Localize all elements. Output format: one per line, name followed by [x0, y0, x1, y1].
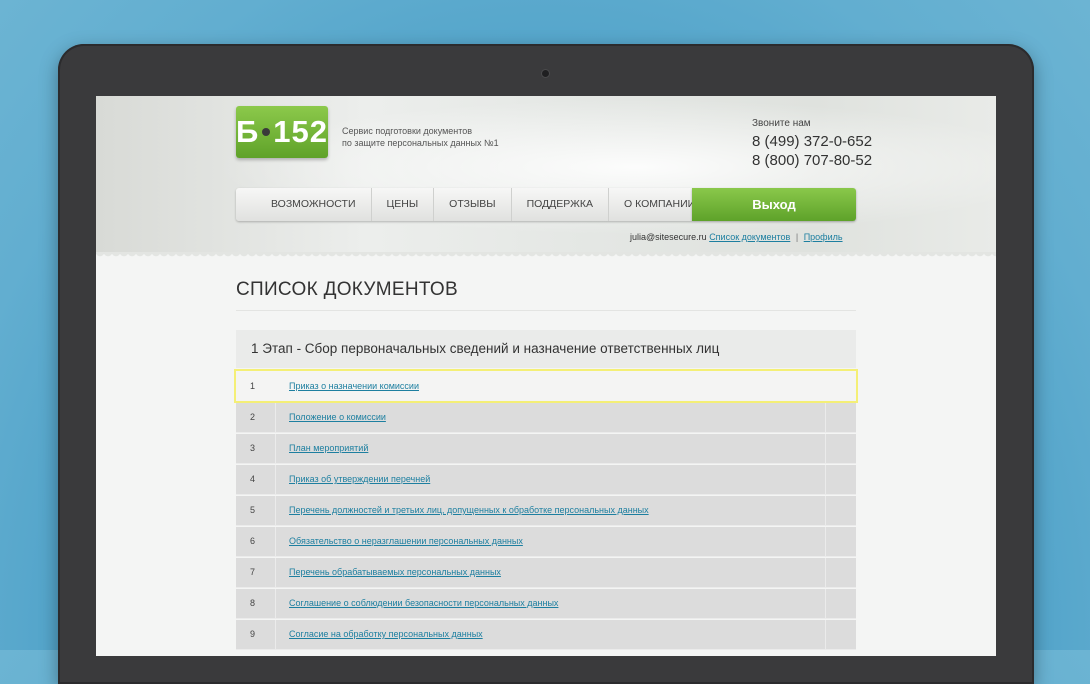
row-number: 7: [236, 558, 276, 587]
row-number: 8: [236, 589, 276, 618]
row-action-cell: [825, 589, 826, 618]
document-link[interactable]: Согласие на обработку персональных данны…: [289, 620, 483, 649]
row-action-cell: [825, 496, 826, 525]
row-action-cell: [825, 558, 826, 587]
logo-letter: Б: [236, 114, 260, 149]
logo-number: 152: [273, 114, 329, 149]
browser-screen: Б 152 Сервис подготовки документов по защ…: [96, 96, 996, 656]
user-bar: julia@sitesecure.ru Список документов | …: [630, 232, 843, 242]
row-number: 3: [236, 434, 276, 463]
row-action-cell: [825, 372, 826, 401]
table-row[interactable]: 6 Обязательство о неразглашении персонал…: [236, 527, 856, 557]
header-background: [96, 96, 996, 260]
tagline-line-1: Сервис подготовки документов: [342, 126, 473, 136]
nav-item-support[interactable]: ПОДДЕРЖКА: [512, 188, 609, 221]
tagline-line-2: по защите персональных данных №1: [342, 138, 499, 148]
documents-table: 1 Приказ о назначении комиссии 2 Положен…: [234, 369, 858, 651]
profile-link[interactable]: Профиль: [804, 232, 843, 242]
user-bar-separator: |: [795, 232, 799, 242]
row-number: 6: [236, 527, 276, 556]
table-row[interactable]: 2 Положение о комиссии: [236, 403, 856, 433]
table-row[interactable]: 5 Перечень должностей и третьих лиц, доп…: [236, 496, 856, 526]
phone-number-2: 8 (800) 707-80-52: [752, 152, 873, 169]
table-row[interactable]: 7 Перечень обрабатываемых персональных д…: [236, 558, 856, 588]
logo[interactable]: Б 152: [236, 106, 328, 158]
document-link[interactable]: Положение о комиссии: [289, 403, 386, 432]
row-action-cell: [825, 527, 826, 556]
page-title: СПИСОК ДОКУМЕНТОВ: [236, 279, 458, 300]
logo-dot-icon: [262, 127, 271, 136]
row-action-cell: [825, 465, 826, 494]
document-link[interactable]: План мероприятий: [289, 434, 368, 463]
row-number: 5: [236, 496, 276, 525]
stage-heading: 1 Этап - Сбор первоначальных сведений и …: [236, 330, 856, 368]
logout-button[interactable]: Выход: [692, 188, 856, 221]
phone-number-1: 8 (499) 372-0-652: [752, 133, 873, 150]
row-action-cell: [825, 620, 826, 649]
row-number: 9: [236, 620, 276, 649]
table-row[interactable]: 8 Соглашение о соблюдении безопасности п…: [236, 589, 856, 619]
document-link[interactable]: Соглашение о соблюдении безопасности пер…: [289, 589, 558, 618]
camera-icon: [542, 70, 549, 77]
document-link[interactable]: Обязательство о неразглашении персональн…: [289, 527, 523, 556]
table-row[interactable]: 9 Согласие на обработку персональных дан…: [236, 620, 856, 650]
document-link[interactable]: Перечень должностей и третьих лиц, допущ…: [289, 496, 649, 525]
nav-item-prices[interactable]: ЦЕНЫ: [372, 188, 435, 221]
title-divider: [236, 310, 856, 311]
table-row[interactable]: 1 Приказ о назначении комиссии: [234, 369, 858, 403]
document-link[interactable]: Перечень обрабатываемых персональных дан…: [289, 558, 501, 587]
row-action-cell: [825, 403, 826, 432]
table-row[interactable]: 4 Приказ об утверждении перечней: [236, 465, 856, 495]
table-row[interactable]: 3 План мероприятий: [236, 434, 856, 464]
main-nav: ВОЗМОЖНОСТИ ЦЕНЫ ОТЗЫВЫ ПОДДЕРЖКА О КОМП…: [236, 188, 695, 221]
row-number: 2: [236, 403, 276, 432]
document-link[interactable]: Приказ об утверждении перечней: [289, 465, 430, 494]
document-link[interactable]: Приказ о назначении комиссии: [289, 372, 419, 401]
row-number: 1: [250, 381, 256, 391]
user-email: julia@sitesecure.ru: [630, 232, 707, 242]
call-us-label: Звоните нам: [752, 118, 811, 129]
row-number: 4: [236, 465, 276, 494]
nav-item-reviews[interactable]: ОТЗЫВЫ: [434, 188, 512, 221]
documents-list-link[interactable]: Список документов: [709, 232, 790, 242]
laptop-frame: Б 152 Сервис подготовки документов по защ…: [58, 44, 1034, 684]
nav-item-features[interactable]: ВОЗМОЖНОСТИ: [236, 188, 372, 221]
tagline: Сервис подготовки документов по защите п…: [342, 125, 499, 149]
row-action-cell: [825, 434, 826, 463]
